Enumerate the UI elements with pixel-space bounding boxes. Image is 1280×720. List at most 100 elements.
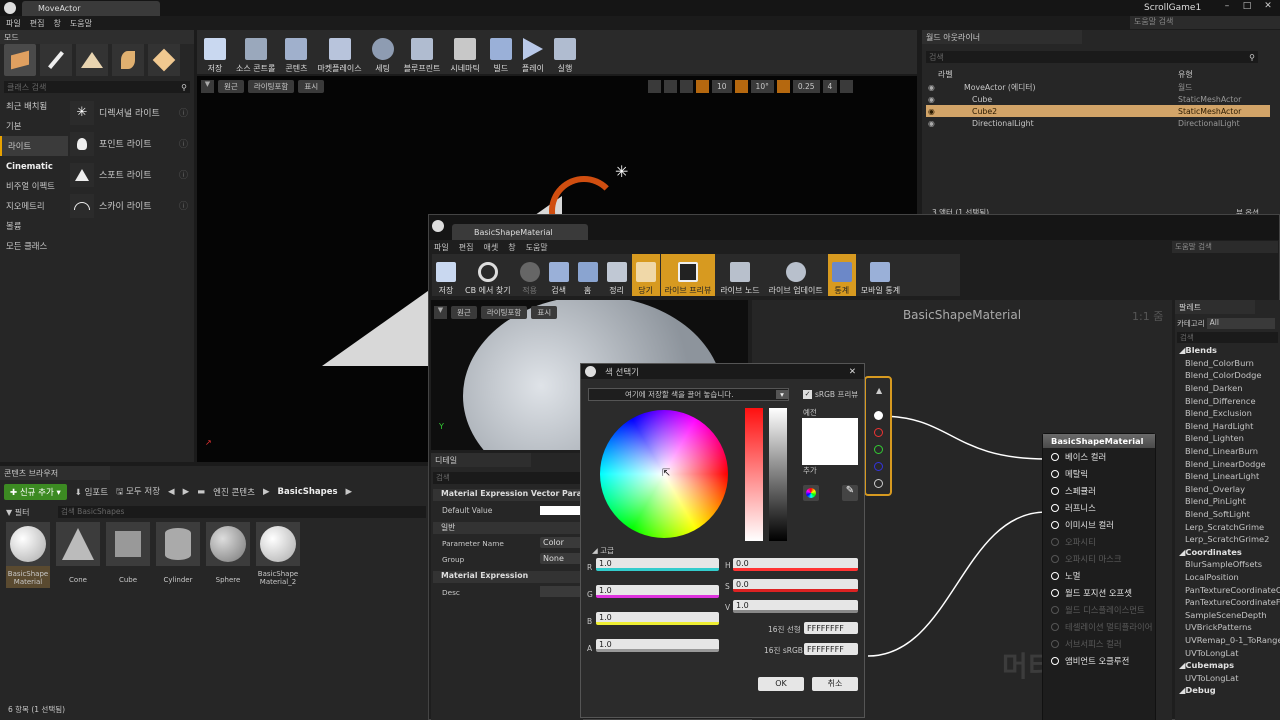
pin-normal[interactable]: 노멀 bbox=[1043, 567, 1155, 584]
desc-field[interactable] bbox=[540, 586, 582, 597]
item-sky-light[interactable]: 스카이 라이트 ⓘ bbox=[70, 190, 192, 221]
preview-lit-button[interactable]: 라이팅포함 bbox=[480, 306, 528, 319]
asset-tile[interactable]: BasicShape Material_2 bbox=[256, 522, 300, 586]
palette-item[interactable]: UVToLongLat bbox=[1177, 646, 1280, 659]
minimize-icon[interactable]: – bbox=[1220, 1, 1234, 14]
category-geometry[interactable]: 지오메트리 bbox=[0, 196, 68, 216]
import-button[interactable]: ⬇ 임포트 bbox=[75, 486, 108, 498]
palette-item[interactable]: PanTextureCoordinateCh bbox=[1177, 583, 1280, 596]
launch-button[interactable]: 실행 bbox=[550, 24, 580, 74]
palette-item[interactable]: Blend_Lighten bbox=[1177, 432, 1280, 445]
live-nodes-button[interactable]: 라이브 노드 bbox=[716, 254, 763, 296]
ok-button[interactable]: OK bbox=[758, 677, 804, 691]
dropdown-arrow-icon[interactable]: ▾ bbox=[776, 390, 788, 399]
saturation-slider[interactable] bbox=[745, 408, 763, 541]
category-cinematic[interactable]: Cinematic bbox=[0, 156, 68, 176]
save-button[interactable]: 저장 bbox=[200, 24, 230, 74]
pin-opacity-mask[interactable]: 오파시티 마스크 bbox=[1043, 550, 1155, 567]
v-input[interactable]: 1.0 bbox=[733, 600, 858, 613]
pin-base-color[interactable]: 베이스 컬러 bbox=[1043, 448, 1155, 465]
build-button[interactable]: 빌드 bbox=[486, 24, 516, 74]
mat-menu-help[interactable]: 도움말 bbox=[526, 242, 548, 253]
info-icon[interactable]: ⓘ bbox=[179, 199, 188, 212]
translate-icon[interactable] bbox=[648, 80, 661, 93]
content-button[interactable]: 콘텐츠 bbox=[281, 24, 311, 74]
lit-button[interactable]: 라이팅포함 bbox=[247, 80, 295, 93]
class-search-input[interactable]: 클래스 검색 ⚲ bbox=[4, 81, 190, 93]
details-section-expression[interactable]: Material Expression bbox=[433, 571, 583, 583]
settings-button[interactable]: 세팅 bbox=[368, 24, 398, 74]
palette-item[interactable]: Lerp_ScratchGrime bbox=[1177, 520, 1280, 533]
category-volumes[interactable]: 볼륨 bbox=[0, 216, 68, 236]
details-section-general[interactable]: 일반 bbox=[433, 522, 583, 534]
show-button[interactable]: 표시 bbox=[298, 80, 325, 93]
palette-item[interactable]: Lerp_ScratchGrime2 bbox=[1177, 533, 1280, 546]
palette-item[interactable]: LocalPosition bbox=[1177, 571, 1280, 584]
save-all-button[interactable]: 🖫 모두 저장 bbox=[116, 485, 160, 500]
s-input[interactable]: 0.0 bbox=[733, 579, 858, 592]
palette-category[interactable]: ◢Blends bbox=[1177, 344, 1280, 357]
category-all-classes[interactable]: 모든 클래스 bbox=[0, 236, 68, 256]
advanced-toggle[interactable]: ◢ 고급 bbox=[592, 545, 614, 556]
scale-snap-value[interactable]: 0.25 bbox=[792, 80, 820, 93]
hex-srgb-input[interactable]: FFFFFFFF bbox=[804, 643, 858, 655]
column-type[interactable]: 유형 bbox=[1178, 69, 1193, 80]
color-wheel-mode-icon[interactable] bbox=[803, 485, 819, 501]
category-recent[interactable]: 최근 배치됨 bbox=[0, 96, 68, 116]
item-directional-light[interactable]: ✳ 디렉셔널 라이트 ⓘ bbox=[70, 97, 192, 128]
asset-tile[interactable]: Cylinder bbox=[156, 522, 200, 584]
connectors-button[interactable]: 당기 bbox=[631, 254, 660, 296]
close-icon[interactable]: ✕ bbox=[1261, 1, 1275, 14]
help-search-input[interactable]: 도움말 검색 bbox=[1130, 16, 1280, 29]
perspective-button[interactable]: 원근 bbox=[218, 80, 244, 93]
node-collapse-icon[interactable]: ▲ bbox=[876, 386, 882, 395]
info-icon[interactable]: ⓘ bbox=[179, 137, 188, 150]
palette-item[interactable]: SampleSceneDepth bbox=[1177, 608, 1280, 621]
output-b-pin[interactable] bbox=[874, 462, 883, 471]
pin-opacity[interactable]: 오파시티 bbox=[1043, 533, 1155, 550]
value-slider[interactable] bbox=[769, 408, 787, 541]
mat-menu-window[interactable]: 창 bbox=[508, 242, 515, 253]
live-update-button[interactable]: 라이브 업데이트 bbox=[765, 254, 827, 296]
material-tab[interactable]: BasicShapeMaterial bbox=[452, 224, 588, 240]
scale-snap-toggle[interactable] bbox=[776, 80, 790, 93]
category-visual-effects[interactable]: 비주얼 이펙트 bbox=[0, 176, 68, 196]
material-result-node[interactable]: BasicShapeMaterial 베이스 컬러 메탈릭 스페큘러 러프니스 … bbox=[1042, 433, 1156, 720]
pin-subsurface[interactable]: 서브서피스 컬러 bbox=[1043, 635, 1155, 652]
marketplace-button[interactable]: 마켓플레이스 bbox=[313, 24, 365, 74]
group-field[interactable]: None bbox=[540, 553, 582, 564]
grid-snap-value[interactable]: 10 bbox=[712, 80, 732, 93]
palette-item[interactable]: Blend_Overlay bbox=[1177, 483, 1280, 496]
rotation-snap-toggle[interactable] bbox=[734, 80, 748, 93]
parameter-name-field[interactable]: Color bbox=[540, 537, 582, 548]
pin-world-displacement[interactable]: 월드 디스플레이스먼트 bbox=[1043, 601, 1155, 618]
b-input[interactable]: 1.0 bbox=[596, 612, 719, 625]
rotation-snap-value[interactable]: 10° bbox=[750, 80, 774, 93]
palette-search-input[interactable]: 검색 bbox=[1177, 332, 1278, 343]
details-section-vector[interactable]: Material Expression Vector Paramet bbox=[433, 489, 583, 501]
output-r-pin[interactable] bbox=[874, 428, 883, 437]
output-g-pin[interactable] bbox=[874, 445, 883, 454]
asset-tile[interactable]: Sphere bbox=[206, 522, 250, 584]
asset-search-input[interactable]: 검색 BasicShapes bbox=[58, 506, 426, 518]
palette-item[interactable]: BlurSampleOffsets bbox=[1177, 558, 1280, 571]
outliner-row[interactable]: ◉ MoveActor (에디터) 월드 bbox=[926, 81, 1270, 93]
wheel-cursor-icon[interactable]: ⇱ bbox=[662, 468, 670, 479]
palette-item[interactable]: Blend_LinearBurn bbox=[1177, 445, 1280, 458]
item-spot-light[interactable]: 스포트 라이트 ⓘ bbox=[70, 159, 192, 190]
menu-help[interactable]: 도움말 bbox=[70, 18, 92, 29]
live-preview-button[interactable]: 라이브 프리뷰 bbox=[660, 254, 716, 296]
pin-tessellation[interactable]: 테셀레이션 멀티플라이어 bbox=[1043, 618, 1155, 635]
palette-item[interactable]: Blend_Difference bbox=[1177, 394, 1280, 407]
source-control-button[interactable]: 소스 콘트롤 bbox=[232, 24, 279, 74]
palette-item[interactable]: UVToLongLat bbox=[1177, 671, 1280, 684]
editor-tab[interactable]: MoveActor bbox=[22, 1, 160, 16]
filter-button[interactable]: ▼ 필터 bbox=[6, 507, 29, 518]
clean-up-button[interactable]: 정리 bbox=[603, 254, 631, 296]
outliner-row[interactable]: ◉ DirectionalLight DirectionalLight bbox=[926, 117, 1270, 129]
palette-item[interactable]: Blend_Exclusion bbox=[1177, 407, 1280, 420]
breadcrumb-arrow-icon[interactable]: ▶ bbox=[346, 487, 353, 497]
grid-snap-toggle[interactable] bbox=[696, 80, 709, 93]
pin-ambient-occlusion[interactable]: 앰비언트 오클루전 bbox=[1043, 652, 1155, 669]
mode-place-icon[interactable] bbox=[4, 44, 36, 76]
